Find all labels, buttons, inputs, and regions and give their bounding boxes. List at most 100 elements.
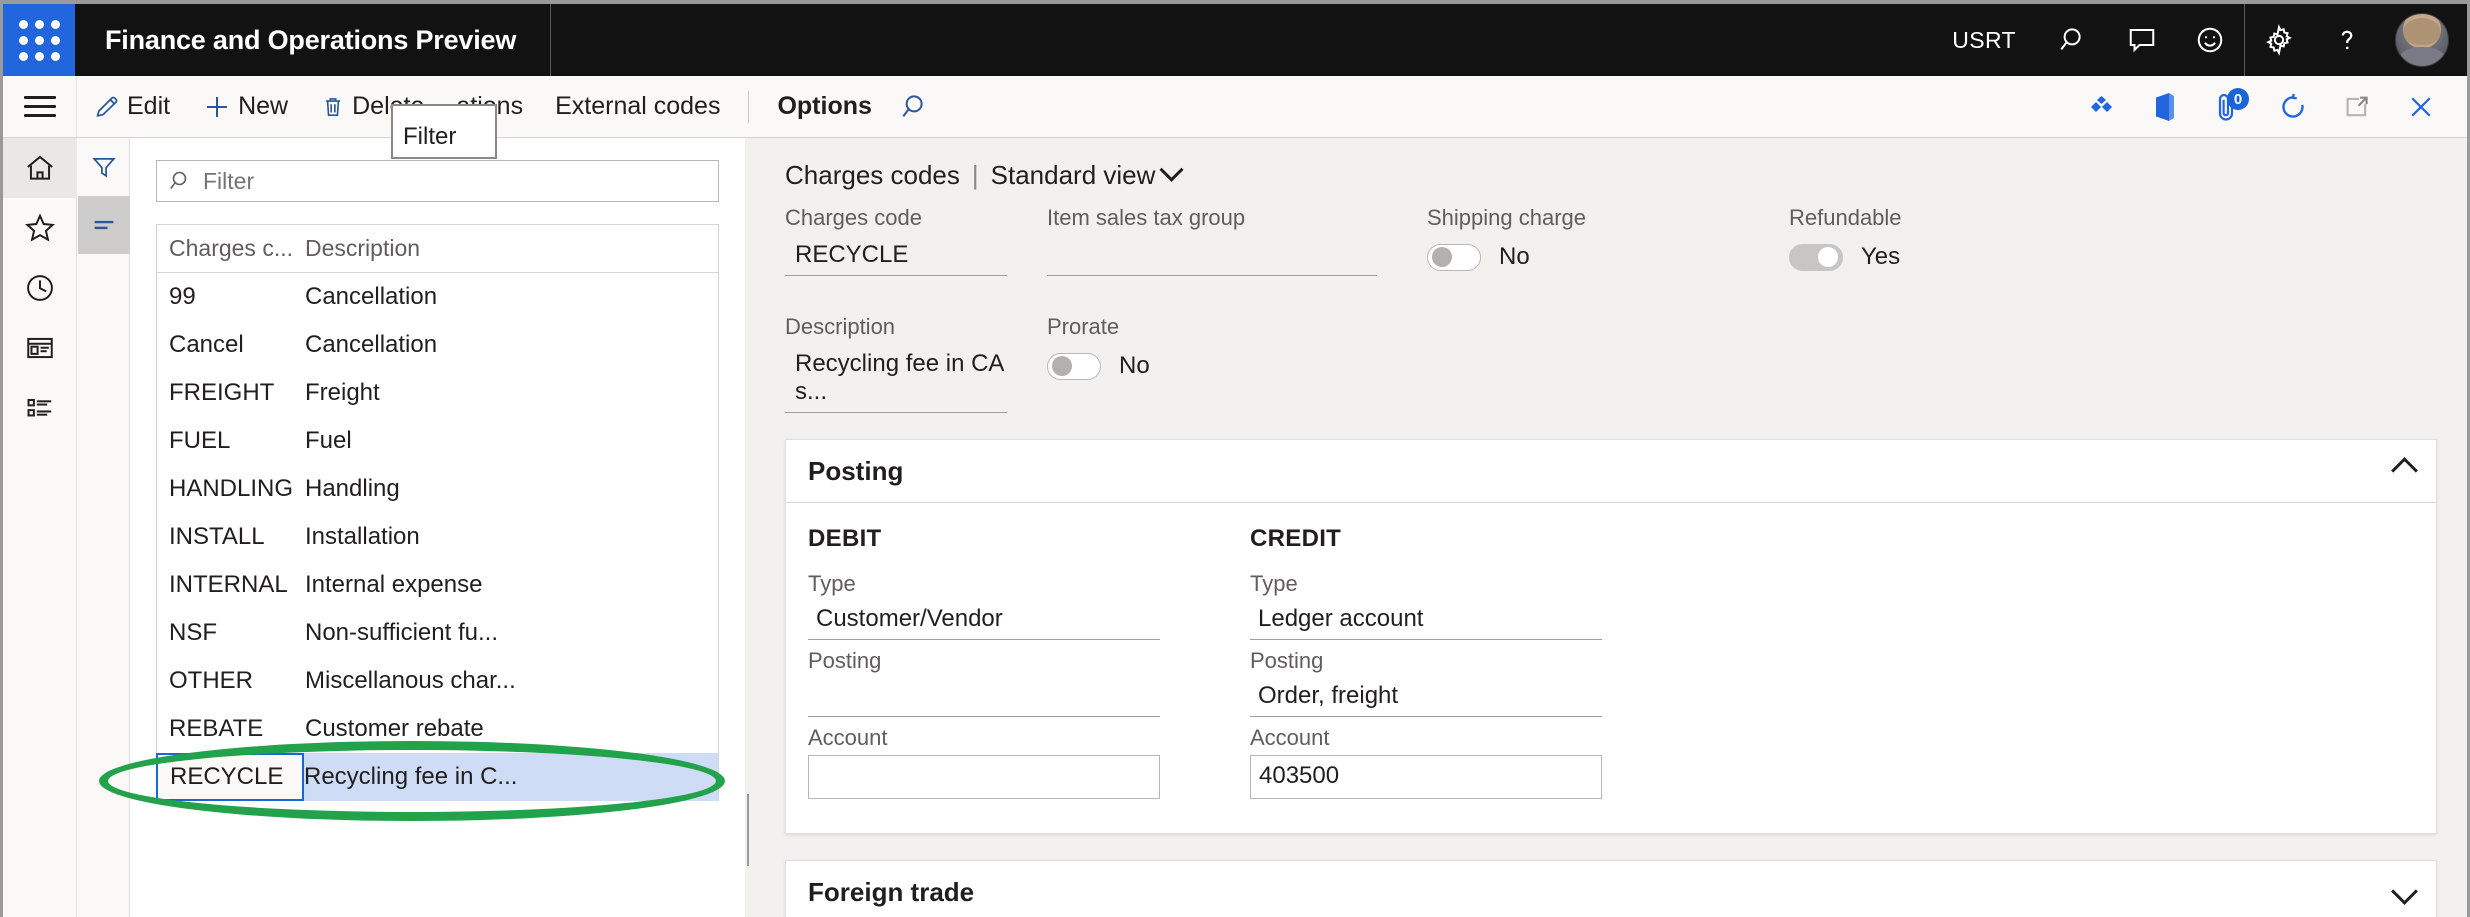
command-bar: Edit New Delete <box>3 76 2467 138</box>
view-selector-label: Standard view <box>991 160 1156 191</box>
chevron-up-icon[interactable] <box>2395 456 2414 487</box>
sidebar-item-favorites[interactable] <box>3 198 77 258</box>
sidebar-item-modules[interactable] <box>3 378 77 438</box>
app-launcher-waffle-icon[interactable] <box>3 4 75 76</box>
cell-code: FREIGHT <box>157 379 305 407</box>
table-row[interactable]: FREIGHT Freight <box>157 369 718 417</box>
search-input[interactable] <box>203 168 706 195</box>
message-icon[interactable] <box>2108 4 2176 76</box>
cell-code: FUEL <box>157 427 305 455</box>
field-label: Description <box>785 314 1047 340</box>
sidebar-item-workspaces[interactable] <box>3 318 77 378</box>
charges-code-input[interactable]: RECYCLE <box>785 237 1007 276</box>
shipping-charge-value: No <box>1499 243 1530 271</box>
column-header-description[interactable]: Description <box>305 235 718 262</box>
credit-type-input[interactable]: Ledger account <box>1250 601 1602 640</box>
cell-description: Installation <box>305 523 718 551</box>
table-row[interactable]: OTHER Miscellanous char... <box>157 657 718 705</box>
header-fields-row-2: Description Recycling fee in CA s... Pro… <box>773 306 2449 413</box>
table-row[interactable]: Cancel Cancellation <box>157 321 718 369</box>
debit-posting-input[interactable] <box>808 678 1160 717</box>
debit-posting-field: Posting <box>808 648 1250 717</box>
command-bar-buttons: Edit New Delete <box>77 76 944 137</box>
breadcrumb-separator: | <box>972 160 979 191</box>
edit-button-label: Edit <box>127 92 170 121</box>
table-row[interactable]: INTERNAL Internal expense <box>157 561 718 609</box>
navigation-menu-icon[interactable] <box>3 76 77 137</box>
credit-posting-input[interactable]: Order, freight <box>1250 678 1602 717</box>
credit-account-input[interactable]: 403500 <box>1250 755 1602 799</box>
refundable-toggle[interactable] <box>1789 244 1843 271</box>
sidebar-item-home[interactable] <box>3 138 77 198</box>
view-selector[interactable]: Standard view <box>991 160 1181 191</box>
filter-input-wrapper[interactable] <box>156 160 719 202</box>
close-icon[interactable] <box>2393 76 2449 137</box>
posting-section-header[interactable]: Posting <box>786 440 2436 502</box>
pane-splitter-handle[interactable] <box>747 794 756 830</box>
prorate-toggle[interactable] <box>1047 353 1101 380</box>
chevron-down-icon[interactable] <box>2395 877 2414 908</box>
debit-account-field: Account <box>808 725 1250 799</box>
table-row[interactable]: FUEL Fuel <box>157 417 718 465</box>
field-label: Type <box>808 571 1250 597</box>
feedback-smiley-icon[interactable] <box>2176 4 2244 76</box>
search-icon[interactable] <box>888 76 944 137</box>
search-icon <box>169 169 193 193</box>
options-button[interactable]: Options <box>761 76 887 137</box>
help-question-icon[interactable] <box>2313 4 2381 76</box>
open-in-new-window-icon[interactable] <box>2329 76 2385 137</box>
external-codes-button[interactable]: External codes <box>539 76 736 137</box>
list-panel-icon[interactable] <box>78 196 130 254</box>
shipping-charge-toggle[interactable] <box>1427 244 1481 271</box>
table-row[interactable]: REBATE Customer rebate <box>157 705 718 753</box>
foreign-trade-section: Foreign trade <box>785 860 2437 917</box>
table-row[interactable]: NSF Non-sufficient fu... <box>157 609 718 657</box>
new-button[interactable]: New <box>186 76 304 137</box>
refresh-icon[interactable] <box>2265 76 2321 137</box>
debit-account-input[interactable] <box>808 755 1160 799</box>
search-icon[interactable] <box>2040 4 2108 76</box>
cell-description: Cancellation <box>305 331 718 359</box>
field-label: Account <box>808 725 1250 751</box>
list-pane-rail <box>78 138 130 917</box>
cell-code: NSF <box>157 619 305 647</box>
gear-icon[interactable] <box>2245 4 2313 76</box>
cell-code: HANDLING <box>157 475 305 503</box>
debit-type-input[interactable]: Customer/Vendor <box>808 601 1160 640</box>
command-bar-separator <box>748 91 749 123</box>
cell-description: Freight <box>305 379 718 407</box>
table-row[interactable]: 99 Cancellation <box>157 273 718 321</box>
attachments-icon[interactable]: 0 <box>2201 76 2257 137</box>
cell-code: 99 <box>157 283 305 311</box>
topbar-actions: USRT <box>1936 4 2467 76</box>
field-description: Description Recycling fee in CA s... <box>785 314 1047 413</box>
share-diamond-icon[interactable] <box>2073 76 2129 137</box>
top-navigation-bar: Finance and Operations Preview USRT <box>3 4 2467 76</box>
column-header-charges-code[interactable]: Charges c... <box>157 235 305 262</box>
cell-code[interactable]: RECYCLE <box>156 753 304 801</box>
breadcrumb-page[interactable]: Charges codes <box>785 160 960 191</box>
cell-description: Miscellanous char... <box>305 667 718 695</box>
filter-panel-icon[interactable] <box>78 138 130 196</box>
foreign-trade-section-header[interactable]: Foreign trade <box>786 861 2436 917</box>
description-input[interactable]: Recycling fee in CA s... <box>785 346 1007 413</box>
office-app-icon[interactable] <box>2137 76 2193 137</box>
field-label: Item sales tax group <box>1047 205 1427 231</box>
new-button-label: New <box>238 92 288 121</box>
table-row-selected[interactable]: RECYCLE Recycling fee in C... <box>157 753 718 801</box>
cell-code: REBATE <box>157 715 305 743</box>
field-label: Posting <box>1250 648 1692 674</box>
company-selector[interactable]: USRT <box>1936 4 2040 76</box>
cell-description: Customer rebate <box>305 715 718 743</box>
options-button-label: Options <box>777 92 871 121</box>
field-shipping-charge: Shipping charge No <box>1427 205 1789 276</box>
edit-button[interactable]: Edit <box>77 76 186 137</box>
table-row[interactable]: HANDLING Handling <box>157 465 718 513</box>
table-row[interactable]: INSTALL Installation <box>157 513 718 561</box>
avatar[interactable] <box>2395 13 2449 67</box>
item-sales-tax-group-input[interactable] <box>1047 237 1377 276</box>
posting-section-title: Posting <box>808 456 903 487</box>
sidebar-item-recent[interactable] <box>3 258 77 318</box>
field-label: Shipping charge <box>1427 205 1789 231</box>
external-codes-button-label: External codes <box>555 92 720 121</box>
